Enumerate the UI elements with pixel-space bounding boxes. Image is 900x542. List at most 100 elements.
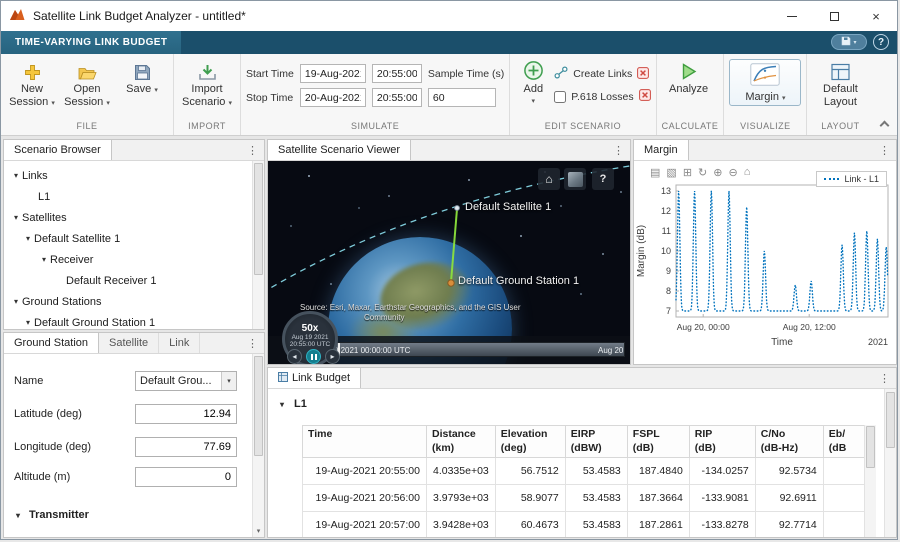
expander-icon[interactable]: ▾ (10, 297, 22, 306)
timeline-slider[interactable]: Aug 20 2021 00:00:00 UTC Aug 20 12:00:00… (334, 342, 625, 357)
default-layout-button[interactable]: Default Layout (812, 57, 868, 108)
tab-link-budget[interactable]: Link Budget (268, 368, 361, 388)
panel-menu-icon[interactable]: ⋮ (244, 333, 261, 353)
tree-item-default-satellite-1[interactable]: ▾Default Satellite 1 (4, 228, 264, 249)
expander-icon[interactable]: ▾ (22, 318, 34, 327)
sample-time-input[interactable] (428, 88, 496, 107)
expander-icon[interactable]: ▾ (38, 255, 50, 264)
tree-item-links[interactable]: ▾Links (4, 165, 264, 186)
export-icon[interactable]: ▤ (650, 166, 660, 179)
tree-item-receiver[interactable]: ▾Receiver (4, 249, 264, 270)
help-button[interactable]: ? (873, 34, 889, 50)
zoom-out-icon[interactable]: ⊖ (728, 166, 737, 179)
table-row[interactable]: 19-Aug-2021 20:55:004.0335e+0356.751253.… (303, 458, 866, 485)
viewer-3d-canvas[interactable]: Default Satellite 1 Default Ground Stati… (268, 161, 630, 364)
name-dropdown[interactable]: Default Grou... ▾ (135, 371, 237, 391)
expander-icon[interactable]: ▾ (10, 213, 22, 222)
tab-margin[interactable]: Margin (634, 140, 689, 160)
properties-scrollbar[interactable]: ▾ (252, 354, 264, 537)
delete-links-button[interactable] (637, 67, 649, 82)
expander-icon[interactable]: ▾ (12, 511, 24, 520)
stop-time-input[interactable] (372, 88, 422, 107)
column-header-eirp[interactable]: EIRP(dBW) (565, 426, 627, 458)
quick-save-button[interactable]: ▾ (831, 34, 867, 50)
brush-icon[interactable]: ▧ (666, 166, 676, 179)
start-time-input[interactable] (372, 64, 422, 83)
expander-icon[interactable]: ▾ (10, 171, 22, 180)
p618-losses-checkbox[interactable] (554, 91, 566, 103)
chevron-down-icon: ▾ (532, 98, 536, 106)
toolstrip-collapse-button[interactable] (880, 121, 890, 131)
column-header-time[interactable]: Time (303, 426, 427, 458)
svg-text:9: 9 (666, 266, 671, 276)
column-header-cno[interactable]: C/No(dB-Hz) (755, 426, 823, 458)
datatips-icon[interactable]: ⊞ (683, 166, 692, 179)
expander-icon[interactable]: ▾ (276, 400, 288, 409)
column-header-rip[interactable]: RIP(dB) (689, 426, 755, 458)
home-view-button[interactable]: ⌂ (538, 168, 560, 190)
viewer-help-button[interactable]: ? (592, 168, 614, 190)
open-session-button[interactable]: Open Session ▾ (61, 57, 113, 108)
column-header-elevation[interactable]: Elevation(deg) (495, 426, 565, 458)
tab-scenario-browser[interactable]: Scenario Browser (4, 140, 112, 160)
link-group-header[interactable]: ▾ L1 (276, 398, 307, 410)
tab-satellite[interactable]: Satellite (99, 333, 159, 353)
scrollbar-thumb[interactable] (254, 163, 263, 275)
tab-ground-station[interactable]: Ground Station (4, 333, 99, 353)
panel-menu-icon[interactable]: ⋮ (244, 140, 261, 160)
tree-item-default-receiver-1[interactable]: Default Receiver 1 (4, 270, 264, 291)
save-button[interactable]: Save ▾ (116, 57, 168, 96)
basemap-button[interactable] (564, 168, 586, 190)
pause-button[interactable] (306, 349, 321, 364)
altitude-field[interactable] (135, 467, 237, 487)
expander-icon[interactable]: ▾ (22, 234, 34, 243)
step-back-button[interactable]: ◂ (287, 349, 302, 364)
longitude-field[interactable] (135, 437, 237, 457)
latitude-field[interactable] (135, 404, 237, 424)
table-row[interactable]: 19-Aug-2021 20:57:003.9428e+0360.467353.… (303, 512, 866, 537)
tree-item-l1[interactable]: L1 (4, 186, 264, 207)
tree-item-satellites[interactable]: ▾Satellites (4, 207, 264, 228)
rotate-icon[interactable]: ↻ (698, 166, 707, 179)
tree-item-default-ground-station-1[interactable]: ▾Default Ground Station 1 (4, 312, 264, 329)
step-forward-button[interactable]: ▸ (325, 349, 340, 364)
axes-toolbar: ▤ ▧ ⊞ ↻ ⊕ ⊖ ⌂ (646, 165, 754, 180)
start-date-input[interactable] (300, 64, 366, 83)
scrollbar-thumb[interactable] (886, 392, 895, 448)
table-row[interactable]: 19-Aug-2021 20:56:003.9793e+0358.907753.… (303, 485, 866, 512)
new-session-button[interactable]: New Session ▾ (6, 57, 58, 108)
column-header-ebno[interactable]: Eb/(dB (823, 426, 865, 458)
tree-item-ground-stations[interactable]: ▾Ground Stations (4, 291, 264, 312)
scrollbar-thumb[interactable] (254, 356, 263, 456)
zoom-in-icon[interactable]: ⊕ (713, 166, 722, 179)
scrollbar-thumb[interactable] (866, 426, 875, 468)
analyze-button[interactable]: Analyze (662, 57, 716, 96)
margin-chart[interactable]: 78910111213Aug 20, 00:00Aug 20, 12:00Tim… (634, 161, 896, 364)
link-budget-panel: Link Budget ⋮ ▾ L1 Time Distance(km) Ele… (267, 367, 897, 538)
stop-date-input[interactable] (300, 88, 366, 107)
ribbon-tab-time-varying-link-budget[interactable]: TIME-VARYING LINK BUDGET (1, 31, 181, 54)
tab-link[interactable]: Link (159, 333, 200, 353)
table-scrollbar[interactable] (864, 425, 876, 537)
scroll-down-arrow-icon[interactable]: ▾ (253, 525, 264, 537)
tree-scrollbar[interactable] (252, 161, 264, 329)
panel-scrollbar[interactable] (884, 389, 896, 537)
restore-view-icon[interactable]: ⌂ (744, 166, 751, 179)
close-button[interactable]: × (855, 1, 897, 31)
tab-satellite-scenario-viewer[interactable]: Satellite Scenario Viewer (268, 140, 411, 160)
chart-legend[interactable]: Link - L1 (816, 171, 887, 187)
table-icon (278, 372, 288, 385)
add-button[interactable]: Add ▾ (515, 57, 551, 106)
import-scenario-button[interactable]: Import Scenario ▾ (179, 57, 235, 108)
maximize-button[interactable] (813, 1, 855, 31)
p618-remove-button[interactable] (639, 89, 651, 104)
column-header-fspl[interactable]: FSPL(dB) (627, 426, 689, 458)
panel-menu-icon[interactable]: ⋮ (876, 368, 893, 388)
minimize-button[interactable] (771, 1, 813, 31)
panel-menu-icon[interactable]: ⋮ (610, 140, 627, 160)
column-header-distance[interactable]: Distance(km) (427, 426, 496, 458)
create-links-button[interactable]: Create Links (554, 66, 650, 82)
panel-menu-icon[interactable]: ⋮ (876, 140, 893, 160)
transmitter-section-header[interactable]: ▾ Transmitter (12, 509, 89, 521)
margin-plot-button[interactable]: Margin ▾ (729, 59, 801, 106)
